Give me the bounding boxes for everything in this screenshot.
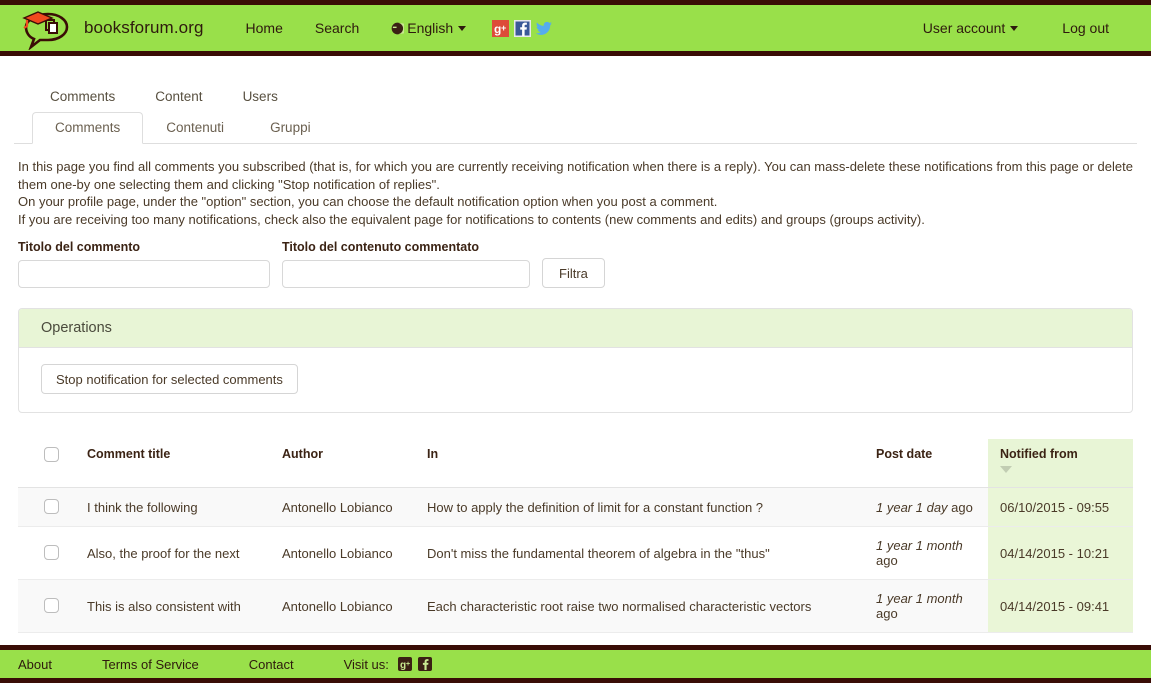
tab-comments-primary[interactable]: Comments [32, 89, 135, 112]
cell-comment-title[interactable]: I think the following [77, 487, 272, 527]
cell-author[interactable]: Antonello Lobianco [272, 487, 417, 527]
globe-icon [391, 22, 411, 35]
row-select-checkbox[interactable] [44, 545, 59, 560]
description-line-2: On your profile page, under the "option"… [18, 194, 718, 209]
nav-language-label: English [407, 20, 454, 36]
google-plus-icon[interactable]: g + [492, 19, 510, 37]
google-plus-icon[interactable]: g + [397, 657, 412, 671]
filter-form: Titolo del commento Titolo del contenuto… [14, 228, 1137, 288]
column-header-author[interactable]: Author [272, 439, 417, 488]
post-date-suffix: ago [876, 606, 898, 621]
post-date-relative: 1 year 1 month [876, 591, 963, 606]
table-row[interactable]: Also, the proof for the next Antonello L… [18, 526, 1133, 580]
notified-from-label: Notified from [1000, 447, 1078, 461]
facebook-icon[interactable] [417, 657, 432, 671]
select-all-checkbox[interactable] [44, 447, 59, 462]
nav-link-language[interactable]: English [375, 20, 482, 36]
primary-tabs: Comments Content Users [14, 56, 1137, 112]
footer-link-terms-of-service[interactable]: Terms of Service [102, 657, 221, 672]
cell-comment-title[interactable]: This is also consistent with [77, 579, 272, 633]
svg-text:+: + [406, 661, 410, 668]
table-head: Comment title Author In Post date Notifi… [18, 439, 1133, 488]
cell-post-date: 1 year 1 month ago [866, 526, 988, 580]
footer-social-links: g + [397, 657, 432, 671]
operations-body: Stop notification for selected comments [19, 348, 1132, 412]
operations-title: Operations [19, 309, 1132, 348]
main-nav: Home Search English g + [230, 19, 554, 37]
column-header-comment-title[interactable]: Comment title [77, 439, 272, 488]
secondary-tabs: Comments Contenuti Gruppi [14, 112, 1137, 144]
post-date-suffix: ago [876, 553, 898, 568]
site-footer: About Terms of Service Contact Visit us:… [0, 645, 1151, 683]
page-content: Comments Content Users Comments Contenut… [0, 56, 1151, 633]
stop-notification-button[interactable]: Stop notification for selected comments [41, 364, 298, 394]
site-header: booksforum.org Home Search English g + U… [0, 0, 1151, 56]
cell-post-date: 1 year 1 month ago [866, 579, 988, 633]
footer-link-about[interactable]: About [18, 657, 74, 672]
header-social-links: g + [492, 19, 553, 37]
post-date-suffix: ago [951, 499, 973, 515]
comment-title-label: Titolo del commento [18, 240, 140, 254]
comments-table-wrapper: Comment title Author In Post date Notifi… [18, 439, 1133, 633]
cell-author[interactable]: Antonello Lobianco [272, 579, 417, 633]
description-line-1: In this page you find all comments you s… [18, 159, 1133, 192]
log-out-link[interactable]: Log out [1040, 20, 1131, 36]
svg-text:+: + [501, 23, 506, 33]
cell-comment-title[interactable]: Also, the proof for the next [77, 526, 272, 580]
nav-link-home[interactable]: Home [230, 20, 299, 36]
twitter-icon[interactable] [536, 20, 553, 37]
row-select-checkbox[interactable] [44, 499, 59, 514]
comments-table: Comment title Author In Post date Notifi… [18, 439, 1133, 633]
footer-link-contact[interactable]: Contact [249, 657, 316, 672]
page-description: In this page you find all comments you s… [14, 144, 1137, 228]
cell-notified-from: 04/14/2015 - 10:21 [988, 526, 1133, 580]
table-header-row: Comment title Author In Post date Notifi… [18, 439, 1133, 488]
table-row[interactable]: I think the following Antonello Lobianco… [18, 487, 1133, 527]
row-checkbox-cell [18, 487, 77, 527]
speech-bubble-graduation-cap-books-logo [18, 6, 74, 51]
column-header-in[interactable]: In [417, 439, 866, 488]
cell-author[interactable]: Antonello Lobianco [272, 526, 417, 580]
tab-gruppi-secondary[interactable]: Gruppi [247, 112, 334, 144]
brand-block[interactable]: booksforum.org [18, 6, 230, 51]
user-account-menu[interactable]: User account [901, 20, 1040, 36]
comment-title-input[interactable] [18, 260, 270, 288]
cell-notified-from: 06/10/2015 - 09:55 [988, 487, 1133, 527]
post-date-relative: 1 year 1 month [876, 538, 963, 553]
cell-post-date: 1 year 1 day ago [866, 487, 988, 527]
post-date-relative: 1 year 1 day [876, 499, 948, 515]
nav-link-search[interactable]: Search [299, 20, 375, 36]
chevron-down-icon [458, 26, 467, 31]
column-header-notified-from[interactable]: Notified from [988, 439, 1133, 488]
comment-title-field: Titolo del commento [18, 240, 270, 288]
column-header-post-date[interactable]: Post date [866, 439, 988, 488]
content-title-label: Titolo del contenuto commentato [282, 240, 479, 254]
brand-name: booksforum.org [84, 18, 204, 37]
cell-in[interactable]: Don't miss the fundamental theorem of al… [417, 526, 866, 580]
content-title-field: Titolo del contenuto commentato [282, 240, 530, 288]
operations-panel: Operations Stop notification for selecte… [18, 308, 1133, 413]
cell-in[interactable]: How to apply the definition of limit for… [417, 487, 866, 527]
column-header-select-all [18, 439, 77, 488]
description-line-3: If you are receiving too many notificati… [18, 211, 925, 227]
filter-button[interactable]: Filtra [542, 258, 605, 288]
row-checkbox-cell [18, 526, 77, 580]
chevron-down-icon [1010, 26, 1019, 31]
tab-contenuti-secondary[interactable]: Contenuti [143, 112, 247, 144]
table-row[interactable]: This is also consistent with Antonello L… [18, 579, 1133, 633]
row-select-checkbox[interactable] [44, 598, 59, 613]
facebook-icon[interactable] [514, 19, 532, 37]
table-body: I think the following Antonello Lobianco… [18, 487, 1133, 633]
tab-comments-secondary[interactable]: Comments [32, 112, 144, 144]
cell-notified-from: 04/14/2015 - 09:41 [988, 579, 1133, 633]
content-title-input[interactable] [282, 260, 530, 288]
tab-users-primary[interactable]: Users [223, 89, 298, 112]
header-right-nav: User account Log out [901, 20, 1131, 36]
cell-in[interactable]: Each characteristic root raise two norma… [417, 579, 866, 633]
visit-us-label: Visit us: [343, 656, 389, 672]
tab-content-primary[interactable]: Content [135, 89, 222, 112]
user-account-label: User account [922, 20, 1006, 36]
row-checkbox-cell [18, 579, 77, 633]
sort-descending-icon [1000, 466, 1012, 473]
